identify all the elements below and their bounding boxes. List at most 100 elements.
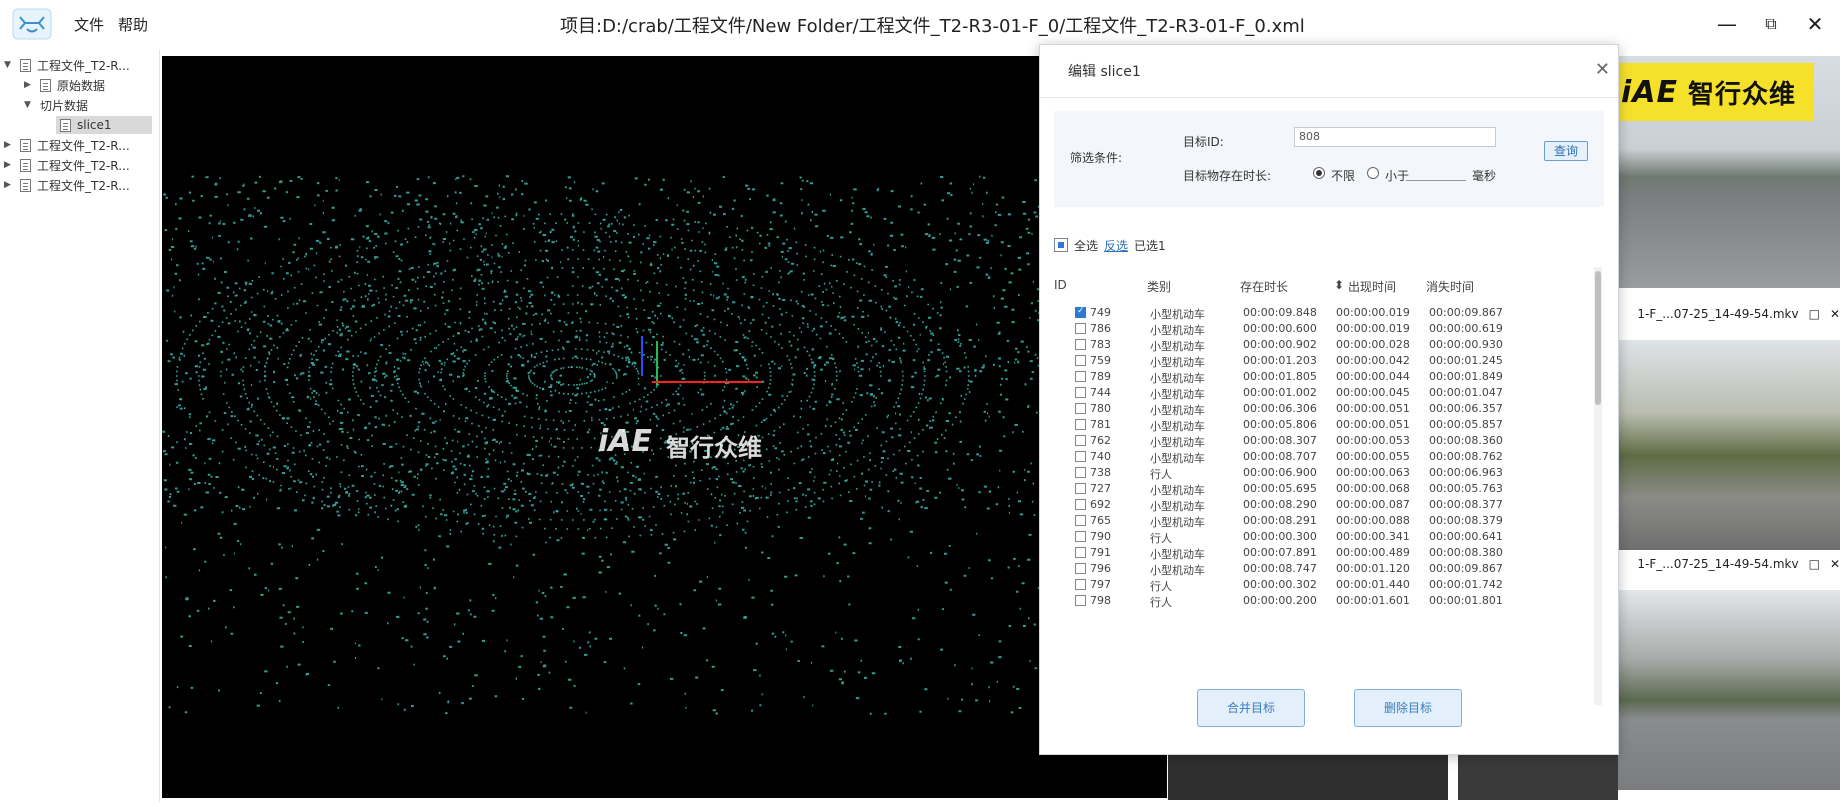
- table-row[interactable]: 727 小型机动车 00:00:05.695 00:00:00.068 00:00:05…: [1054, 481, 1584, 497]
- table-row[interactable]: 692 小型机动车 00:00:08.290 00:00:00.087 00:00:08…: [1054, 497, 1584, 513]
- camera-view-4[interactable]: [1168, 750, 1448, 800]
- point-cloud-viewer[interactable]: iAE 智行众维: [162, 56, 1167, 798]
- select-all-label[interactable]: 全选: [1074, 237, 1098, 254]
- row-checkbox[interactable]: [1075, 306, 1086, 318]
- cell-id: 692: [1090, 498, 1111, 511]
- row-checkbox[interactable]: [1075, 355, 1086, 366]
- collapsed-arrow-icon[interactable]: ▶: [24, 80, 34, 90]
- cell-id: 762: [1090, 434, 1111, 447]
- column-category[interactable]: 类别: [1147, 278, 1171, 295]
- select-all-checkbox[interactable]: [1054, 238, 1068, 252]
- cell-id: 765: [1090, 514, 1111, 527]
- row-checkbox[interactable]: [1075, 371, 1086, 382]
- menu-help[interactable]: 帮助: [118, 14, 148, 35]
- tree-item-raw-data[interactable]: ▶ 原始数据: [24, 76, 105, 94]
- collapsed-arrow-icon[interactable]: ▶: [4, 180, 14, 190]
- row-checkbox[interactable]: [1075, 419, 1086, 430]
- dialog-close-icon[interactable]: ✕: [1595, 59, 1610, 80]
- tree-item-project-1[interactable]: ▼ 工程文件_T2-R...: [4, 56, 130, 74]
- expanded-arrow-icon[interactable]: ▼: [4, 60, 14, 70]
- radio-unlimited[interactable]: [1313, 167, 1325, 179]
- table-row[interactable]: 780 小型机动车 00:00:06.306 00:00:00.051 00:00:06…: [1054, 401, 1584, 417]
- expanded-arrow-icon[interactable]: ▼: [24, 100, 34, 110]
- row-checkbox[interactable]: [1075, 547, 1086, 558]
- maximize-icon[interactable]: ⧉: [1756, 10, 1786, 38]
- duration-ms-input[interactable]: [1406, 163, 1466, 181]
- row-checkbox[interactable]: [1075, 387, 1086, 398]
- point-cloud-canvas[interactable]: [162, 56, 1167, 798]
- cell-end-time: 00:00:08.379: [1429, 514, 1503, 527]
- table-scrollbar[interactable]: [1594, 267, 1602, 705]
- row-checkbox[interactable]: [1075, 563, 1086, 574]
- row-checkbox[interactable]: [1075, 531, 1086, 542]
- sort-icon[interactable]: ⬍: [1334, 278, 1344, 292]
- table-row[interactable]: 789 小型机动车 00:00:01.805 00:00:00.044 00:00:01…: [1054, 369, 1584, 385]
- tree-item-slice-data[interactable]: ▼ 切片数据: [24, 96, 88, 114]
- column-duration[interactable]: 存在时长: [1240, 278, 1288, 295]
- table-row[interactable]: 781 小型机动车 00:00:05.806 00:00:00.051 00:00:05…: [1054, 417, 1584, 433]
- close-video-icon[interactable]: ✕: [1830, 307, 1840, 321]
- table-row[interactable]: 798 行人 00:00:00.200 00:00:01.601 00:00:01.80…: [1054, 593, 1584, 609]
- invert-selection-link[interactable]: 反选: [1104, 237, 1128, 254]
- table-row[interactable]: 796 小型机动车 00:00:08.747 00:00:01.120 00:00:09…: [1054, 561, 1584, 577]
- scrollbar-thumb[interactable]: [1595, 271, 1601, 405]
- cell-duration: 00:00:06.900: [1243, 466, 1317, 479]
- row-checkbox[interactable]: [1075, 515, 1086, 526]
- table-row[interactable]: 765 小型机动车 00:00:08.291 00:00:00.088 00:00:08…: [1054, 513, 1584, 529]
- cell-category: 行人: [1150, 468, 1172, 481]
- divider: [1040, 97, 1618, 98]
- close-video-icon[interactable]: ✕: [1830, 557, 1840, 571]
- menu-file[interactable]: 文件: [74, 14, 104, 35]
- table-row[interactable]: 783 小型机动车 00:00:00.902 00:00:00.028 00:00:00…: [1054, 337, 1584, 353]
- camera-view-3[interactable]: [1618, 590, 1840, 790]
- cell-duration: 00:00:05.806: [1243, 418, 1317, 431]
- cell-end-time: 00:00:01.742: [1429, 578, 1503, 591]
- column-end-time[interactable]: 消失时间: [1426, 278, 1474, 295]
- collapsed-arrow-icon[interactable]: ▶: [4, 140, 14, 150]
- query-button[interactable]: 查询: [1544, 141, 1588, 161]
- table-row[interactable]: 762 小型机动车 00:00:08.307 00:00:00.053 00:00:08…: [1054, 433, 1584, 449]
- target-id-input[interactable]: 808: [1294, 127, 1496, 147]
- restore-icon[interactable]: □: [1809, 307, 1820, 321]
- cell-start-time: 00:00:00.068: [1336, 482, 1410, 495]
- row-checkbox[interactable]: [1075, 435, 1086, 446]
- row-checkbox[interactable]: [1075, 595, 1086, 606]
- tree-item-project-3[interactable]: ▶ 工程文件_T2-R...: [4, 156, 130, 174]
- row-checkbox[interactable]: [1075, 499, 1086, 510]
- tree-item-slice1[interactable]: slice1: [56, 116, 152, 134]
- row-checkbox[interactable]: [1075, 403, 1086, 414]
- row-checkbox[interactable]: [1075, 451, 1086, 462]
- table-row[interactable]: 749 小型机动车 00:00:09.848 00:00:00.019 00:00:09…: [1054, 305, 1584, 321]
- row-checkbox[interactable]: [1075, 483, 1086, 494]
- row-checkbox[interactable]: [1075, 339, 1086, 350]
- cell-category: 小型机动车: [1150, 484, 1205, 497]
- table-row[interactable]: 740 小型机动车 00:00:08.707 00:00:00.055 00:00:08…: [1054, 449, 1584, 465]
- radio-less-than[interactable]: [1367, 167, 1379, 179]
- table-row[interactable]: 738 行人 00:00:06.900 00:00:00.063 00:00:06.96…: [1054, 465, 1584, 481]
- table-row[interactable]: 797 行人 00:00:00.302 00:00:01.440 00:00:01.74…: [1054, 577, 1584, 593]
- table-row[interactable]: 786 小型机动车 00:00:00.600 00:00:00.019 00:00:00…: [1054, 321, 1584, 337]
- table-row[interactable]: 790 行人 00:00:00.300 00:00:00.341 00:00:00.64…: [1054, 529, 1584, 545]
- table-row[interactable]: 791 小型机动车 00:00:07.891 00:00:00.489 00:00:08…: [1054, 545, 1584, 561]
- merge-targets-button[interactable]: 合并目标: [1197, 689, 1305, 727]
- table-row[interactable]: 744 小型机动车 00:00:01.002 00:00:00.045 00:00:01…: [1054, 385, 1584, 401]
- row-checkbox[interactable]: [1075, 467, 1086, 478]
- camera-view-2[interactable]: [1618, 340, 1840, 550]
- document-icon: [40, 78, 51, 92]
- minimize-icon[interactable]: —: [1712, 10, 1742, 38]
- filter-label: 筛选条件:: [1070, 151, 1123, 165]
- collapsed-arrow-icon[interactable]: ▶: [4, 160, 14, 170]
- row-checkbox[interactable]: [1075, 323, 1086, 334]
- close-icon[interactable]: ✕: [1800, 10, 1830, 38]
- camera-view-5[interactable]: [1458, 750, 1618, 800]
- column-id[interactable]: ID: [1054, 278, 1067, 292]
- document-icon: [60, 118, 71, 132]
- delete-targets-button[interactable]: 删除目标: [1354, 689, 1462, 727]
- restore-icon[interactable]: □: [1809, 557, 1820, 571]
- tree-item-project-2[interactable]: ▶ 工程文件_T2-R...: [4, 136, 130, 154]
- row-checkbox[interactable]: [1075, 579, 1086, 590]
- table-row[interactable]: 759 小型机动车 00:00:01.203 00:00:00.042 00:00:01…: [1054, 353, 1584, 369]
- column-start-time[interactable]: 出现时间: [1348, 278, 1396, 295]
- tree-item-project-4[interactable]: ▶ 工程文件_T2-R...: [4, 176, 130, 194]
- cell-end-time: 00:00:05.857: [1429, 418, 1503, 431]
